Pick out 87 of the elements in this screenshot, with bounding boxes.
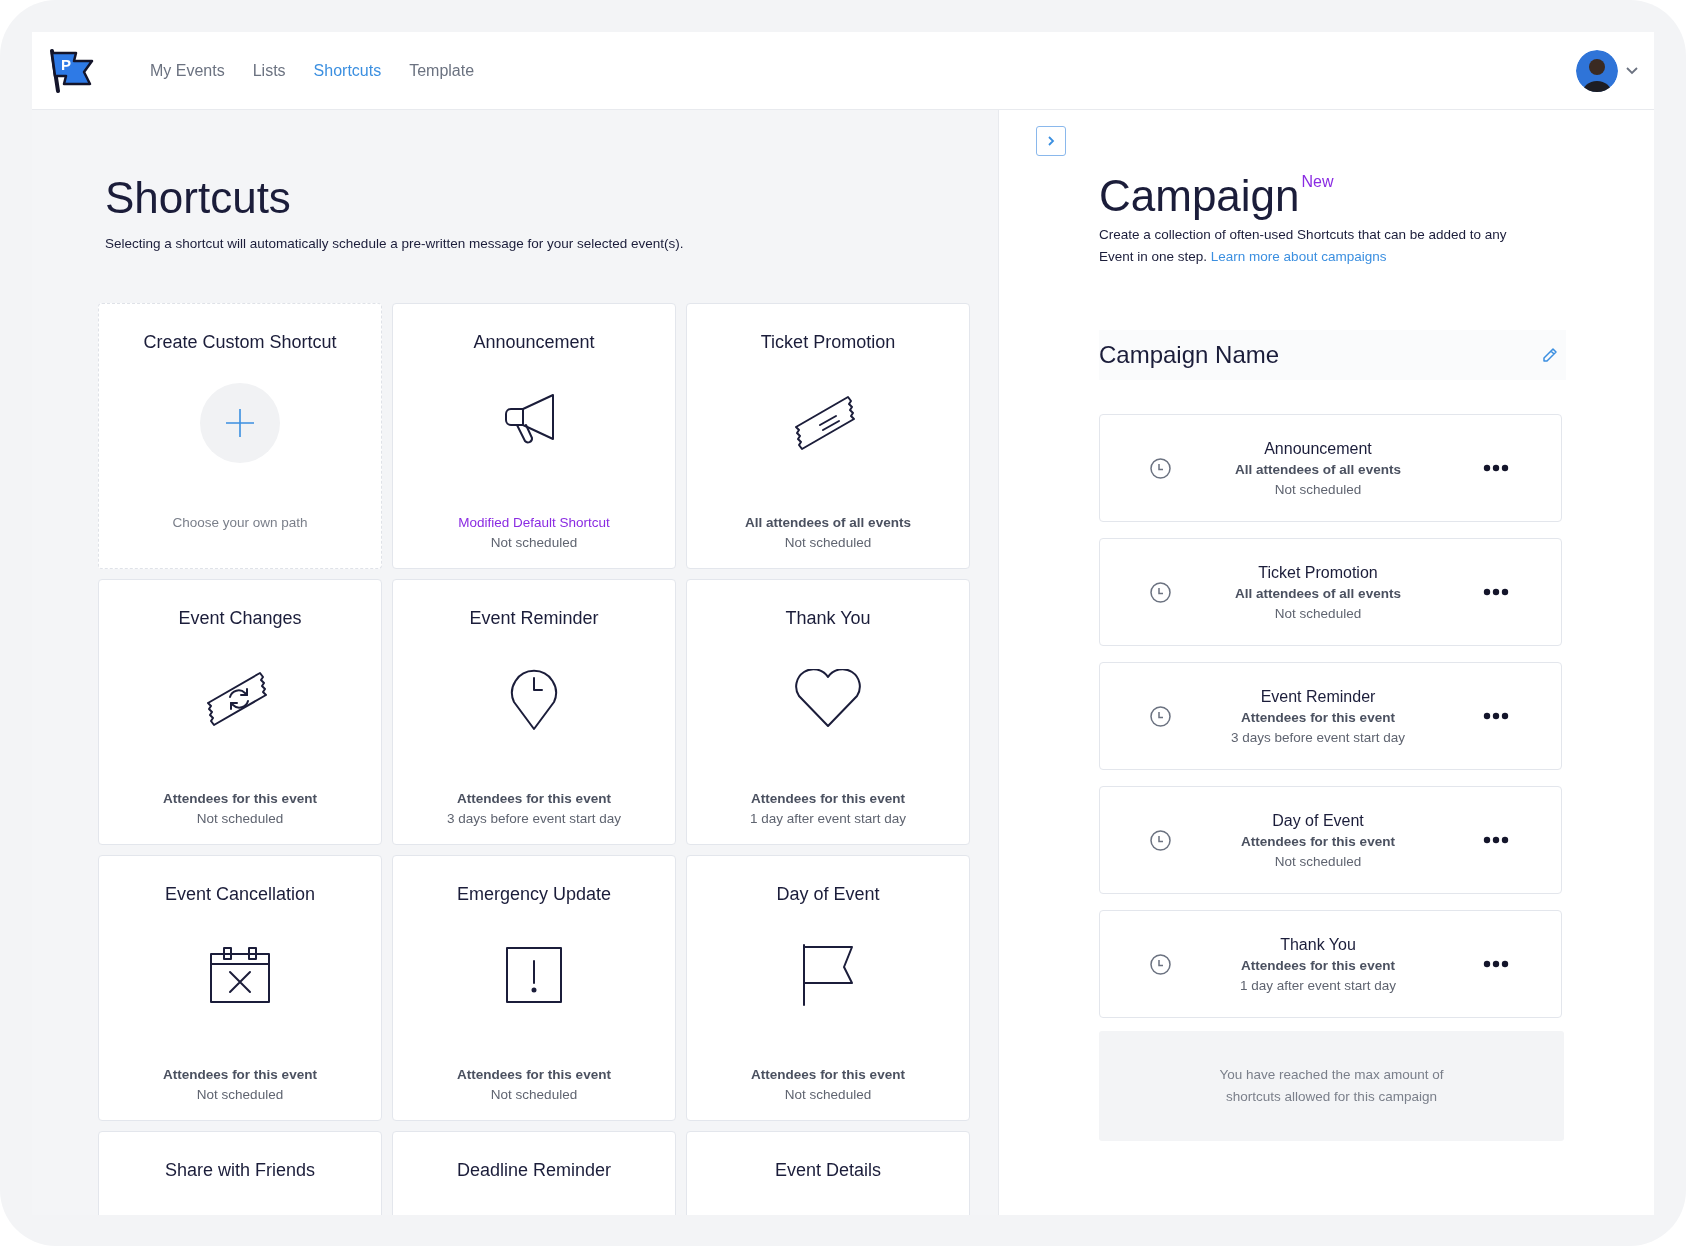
schedule-text: Not scheduled (1274, 605, 1362, 623)
custom-shortcut-card[interactable]: Create Custom Shortcut Choose your own path (98, 302, 382, 569)
card-title: Event Changes (178, 607, 302, 630)
shortcut-card[interactable]: Event Details (686, 1130, 970, 1215)
schedule-text: Not scheduled (1274, 853, 1362, 871)
nav-link[interactable]: Lists (252, 58, 286, 83)
card-title: Announcement (473, 331, 595, 354)
shortcut-card[interactable]: Event Reminder Attendees for this event 3 days before event start day (392, 578, 676, 845)
more-icon (1483, 588, 1509, 597)
plus-icon (225, 408, 255, 439)
clock-icon (1150, 953, 1171, 975)
shortcut-card[interactable]: Emergency Update Attendees for this event Not scheduled (392, 854, 676, 1121)
new-label: New (1301, 172, 1334, 192)
audience-text: All attendees of all events (1235, 584, 1401, 603)
audience-text: All attendees of all events (1235, 460, 1401, 479)
audience-text: Attendees for this event (163, 1066, 317, 1085)
schedule-text: 3 days before event start day (446, 810, 622, 829)
audience-text: Attendees for this event (751, 1066, 905, 1085)
campaign-name-field[interactable]: Campaign Name (1099, 330, 1566, 381)
schedule-text: Not scheduled (1274, 481, 1362, 499)
item-title: Announcement (1264, 438, 1372, 459)
card-title: Share with Friends (164, 1159, 316, 1182)
more-icon (1483, 836, 1509, 845)
card-title: Day of Event (776, 883, 880, 906)
clock-icon (1150, 457, 1171, 479)
clock-icon (1150, 705, 1171, 727)
card-title: Deadline Reminder (456, 1159, 612, 1182)
card-title: Event Reminder (469, 607, 599, 630)
card-title: Event Details (774, 1159, 882, 1182)
shortcut-card[interactable]: Ticket Promotion All attendees of all events Not scheduled (686, 302, 970, 569)
page-description: Selecting a shortcut will automatically schedule a pre-written message for your selected event(s). (104, 235, 685, 254)
shortcut-card[interactable]: Thank You Attendees for this event 1 day after event start day (686, 578, 970, 845)
shortcut-card[interactable]: Event Cancellation Attendees for this event Not scheduled (98, 854, 382, 1121)
audience-text: Attendees for this event (163, 790, 317, 809)
clock-icon (1150, 581, 1171, 603)
audience-text: All attendees of all events (745, 514, 911, 533)
item-title: Thank You (1280, 934, 1356, 955)
card-title: Event Cancellation (164, 883, 316, 906)
audience-text: Attendees for this event (1241, 956, 1395, 975)
card-hint: Choose your own path (172, 514, 308, 533)
pencil-icon[interactable] (1542, 347, 1558, 364)
flag-icon (800, 943, 856, 1008)
item-title: Ticket Promotion (1258, 562, 1378, 583)
chevron-down-icon[interactable] (1626, 66, 1638, 75)
schedule-text: Not scheduled (784, 534, 872, 553)
card-title: Emergency Update (456, 883, 612, 906)
schedule-text: Not scheduled (490, 534, 578, 553)
audience-text: Attendees for this event (1241, 832, 1395, 851)
card-title: Thank You (785, 607, 871, 630)
schedule-text: Not scheduled (490, 1086, 578, 1105)
shortcut-card[interactable]: Day of Event Attendees for this event Not scheduled (686, 854, 970, 1121)
more-icon (1483, 960, 1509, 969)
clock-icon (1150, 829, 1171, 851)
schedule-text: 3 days before event start day (1230, 729, 1406, 747)
panel-title: Campaign (1099, 172, 1300, 221)
schedule-text: 1 day after event start day (1239, 977, 1397, 995)
chevron-right-icon (1047, 135, 1055, 147)
modified-label: Modified Default Shortcut (458, 514, 610, 533)
panel-description: Create a collection of often-used Shortcuts that can be added to any Event in one step. Learn more about campaigns (1099, 226, 1508, 267)
audience-text: Attendees for this event (1241, 708, 1395, 727)
more-icon (1483, 464, 1509, 473)
card-title: Create Custom Shortcut (143, 331, 337, 354)
audience-text: Attendees for this event (457, 790, 611, 809)
item-title: Event Reminder (1260, 686, 1376, 707)
learn-more-link[interactable]: Learn more about campaigns (1210, 249, 1387, 265)
nav-link[interactable]: Shortcuts (313, 58, 382, 83)
shortcut-card[interactable]: Share with Friends (98, 1130, 382, 1215)
schedule-text: Not scheduled (196, 1086, 284, 1105)
page-title: Shortcuts (104, 174, 292, 223)
notice-text: You have reached the max amount of shortcuts allowed for this campaign (1218, 1066, 1445, 1107)
nav-link[interactable]: Template (409, 58, 475, 83)
audience-text: Attendees for this event (751, 790, 905, 809)
more-icon (1483, 712, 1509, 721)
heart-icon (793, 669, 863, 730)
schedule-text: 1 day after event start day (749, 810, 907, 829)
alert-square-icon (505, 946, 563, 1005)
audience-text: Attendees for this event (457, 1066, 611, 1085)
avatar[interactable] (1576, 49, 1618, 92)
shortcut-card[interactable]: Deadline Reminder (392, 1130, 676, 1215)
shortcut-card[interactable]: Event Changes Attendees for this event Not scheduled (98, 578, 382, 845)
schedule-text: Not scheduled (196, 810, 284, 829)
schedule-text: Not scheduled (784, 1086, 872, 1105)
calendar-x-icon (209, 946, 271, 1005)
item-title: Day of Event (1272, 810, 1364, 831)
card-title: Ticket Promotion (760, 331, 896, 354)
shortcut-card[interactable]: Announcement Modified Default Shortcut Not scheduled (392, 302, 676, 569)
nav-link[interactable]: My Events (150, 58, 225, 83)
